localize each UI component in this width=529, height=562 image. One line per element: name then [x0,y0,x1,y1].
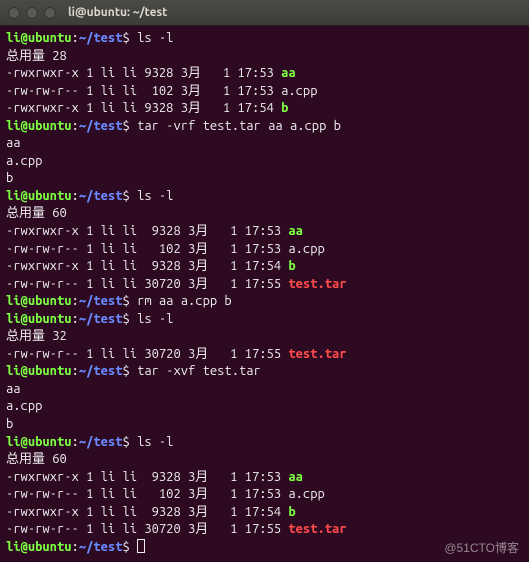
watermark: @51CTO博客 [444,540,519,556]
command-text: ls -l [137,31,173,45]
output-line: -rw-rw-r-- 1 li li 102 3月 1 17:53 a.cpp [6,486,523,504]
output-line: -rw-rw-r-- 1 li li 102 3月 1 17:53 a.cpp [6,241,523,259]
prompt-path: ~/test [79,31,123,45]
minimize-icon[interactable] [26,7,38,19]
command-text: ls -l [137,435,173,449]
prompt-path: ~/test [79,540,123,554]
prompt-user: li@ubuntu [6,294,72,308]
cursor-icon [137,539,145,553]
prompt-line: li@ubuntu:~/test$ ls -l [6,188,523,206]
file-name: test.tar [288,522,346,536]
prompt-user: li@ubuntu [6,540,72,554]
file-name: a.cpp [281,84,317,98]
file-name: b [288,505,295,519]
file-name: aa [288,470,303,484]
command-text: ls -l [137,189,173,203]
prompt-user: li@ubuntu [6,435,72,449]
file-name: test.tar [288,347,346,361]
prompt-path: ~/test [79,435,123,449]
command-text: tar -vrf test.tar aa a.cpp b [137,119,341,133]
command-text: tar -xvf test.tar [137,364,261,378]
output-line: b [6,170,523,188]
output-line: -rwxrwxr-x 1 li li 9328 3月 1 17:53 aa [6,223,523,241]
prompt-line: li@ubuntu:~/test$ ls -l [6,311,523,329]
command-text: rm aa a.cpp b [137,294,232,308]
output-line: a.cpp [6,153,523,171]
output-line: 总用量 28 [6,48,523,66]
output-line: -rwxrwxr-x 1 li li 9328 3月 1 17:54 b [6,100,523,118]
output-line: -rw-rw-r-- 1 li li 30720 3月 1 17:55 test… [6,346,523,364]
terminal-area[interactable]: li@ubuntu:~/test$ ls -l总用量 28-rwxrwxr-x … [0,26,529,562]
prompt-path: ~/test [79,364,123,378]
prompt-line: li@ubuntu:~/test$ tar -vrf test.tar aa a… [6,118,523,136]
prompt-user: li@ubuntu [6,119,72,133]
output-line: 总用量 32 [6,328,523,346]
prompt-path: ~/test [79,189,123,203]
close-icon[interactable] [8,7,20,19]
prompt-user: li@ubuntu [6,189,72,203]
output-line: 总用量 60 [6,451,523,469]
prompt-user: li@ubuntu [6,364,72,378]
file-name: a.cpp [288,242,324,256]
window-titlebar: li@ubuntu: ~/test [0,0,529,26]
window-title: li@ubuntu: ~/test [68,6,167,19]
file-name: a.cpp [288,487,324,501]
output-line: -rw-rw-r-- 1 li li 30720 3月 1 17:55 test… [6,521,523,539]
output-line: aa [6,381,523,399]
prompt-path: ~/test [79,294,123,308]
prompt-line: li@ubuntu:~/test$ ls -l [6,30,523,48]
output-line: 总用量 60 [6,205,523,223]
command-text: ls -l [137,312,173,326]
prompt-path: ~/test [79,312,123,326]
file-name: test.tar [288,277,346,291]
output-line: -rwxrwxr-x 1 li li 9328 3月 1 17:54 b [6,258,523,276]
output-line: a.cpp [6,398,523,416]
output-line: aa [6,135,523,153]
output-line: -rwxrwxr-x 1 li li 9328 3月 1 17:54 b [6,504,523,522]
file-name: b [281,101,288,115]
prompt-path: ~/test [79,119,123,133]
prompt-line: li@ubuntu:~/test$ ls -l [6,434,523,452]
output-line: b [6,416,523,434]
prompt-line: li@ubuntu:~/test$ tar -xvf test.tar [6,363,523,381]
prompt-user: li@ubuntu [6,312,72,326]
maximize-icon[interactable] [44,7,56,19]
output-line: -rw-rw-r-- 1 li li 30720 3月 1 17:55 test… [6,276,523,294]
output-line: -rwxrwxr-x 1 li li 9328 3月 1 17:53 aa [6,65,523,83]
output-line: -rw-rw-r-- 1 li li 102 3月 1 17:53 a.cpp [6,83,523,101]
file-name: aa [288,224,303,238]
prompt-user: li@ubuntu [6,31,72,45]
file-name: aa [281,66,296,80]
file-name: b [288,259,295,273]
prompt-line: li@ubuntu:~/test$ rm aa a.cpp b [6,293,523,311]
output-line: -rwxrwxr-x 1 li li 9328 3月 1 17:53 aa [6,469,523,487]
